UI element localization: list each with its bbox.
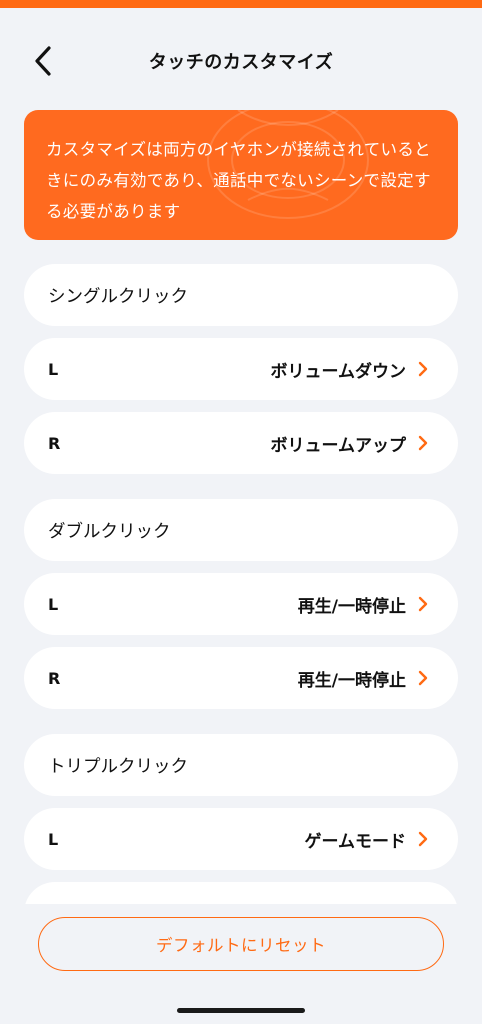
side-label: R	[48, 433, 61, 453]
chevron-right-icon	[418, 647, 428, 709]
side-label: L	[48, 359, 59, 379]
side-label: R	[48, 668, 61, 688]
section-title: トリプルクリック	[48, 756, 188, 777]
home-indicator[interactable]	[177, 1008, 305, 1013]
action-value: ボリュームアップ	[270, 435, 407, 456]
reset-default-button[interactable]: デフォルトにリセット	[38, 917, 444, 971]
section-title: シングルクリック	[48, 286, 188, 307]
setting-row-single-r[interactable]: R ボリュームアップ	[24, 412, 458, 474]
side-label: L	[48, 829, 59, 849]
top-accent-bar	[0, 0, 482, 8]
setting-row-single-l[interactable]: L ボリュームダウン	[24, 338, 458, 400]
action-value: ゲームモード	[304, 831, 407, 852]
section-header-double-click: ダブルクリック	[24, 499, 458, 561]
header: タッチのカスタマイズ	[0, 36, 482, 86]
setting-row-triple-l[interactable]: L ゲームモード	[24, 808, 458, 870]
notice-text: カスタマイズは両方のイヤホンが接続されているときにのみ有効であり、通話中でないシ…	[46, 140, 431, 221]
chevron-right-icon	[418, 573, 428, 635]
setting-row-double-l[interactable]: L 再生/一時停止	[24, 573, 458, 635]
notice-banner: カスタマイズは両方のイヤホンが接続されているときにのみ有効であり、通話中でないシ…	[24, 110, 458, 240]
chevron-right-icon	[418, 808, 428, 870]
section-header-triple-click: トリプルクリック	[24, 734, 458, 796]
touch-settings-list: シングルクリック L ボリュームダウン R ボリュームアップ ダブルクリック L…	[24, 264, 458, 904]
action-value: 再生/一時停止	[297, 596, 406, 617]
section-title: ダブルクリック	[48, 521, 171, 542]
setting-row-double-r[interactable]: R 再生/一時停止	[24, 647, 458, 709]
side-label: L	[48, 594, 59, 614]
chevron-right-icon	[418, 412, 428, 474]
setting-row-triple-r[interactable]	[24, 882, 458, 904]
section-header-single-click: シングルクリック	[24, 264, 458, 326]
chevron-right-icon	[418, 338, 428, 400]
page-title: タッチのカスタマイズ	[148, 52, 334, 73]
action-value: ボリュームダウン	[270, 361, 407, 382]
action-value: 再生/一時停止	[297, 670, 406, 691]
